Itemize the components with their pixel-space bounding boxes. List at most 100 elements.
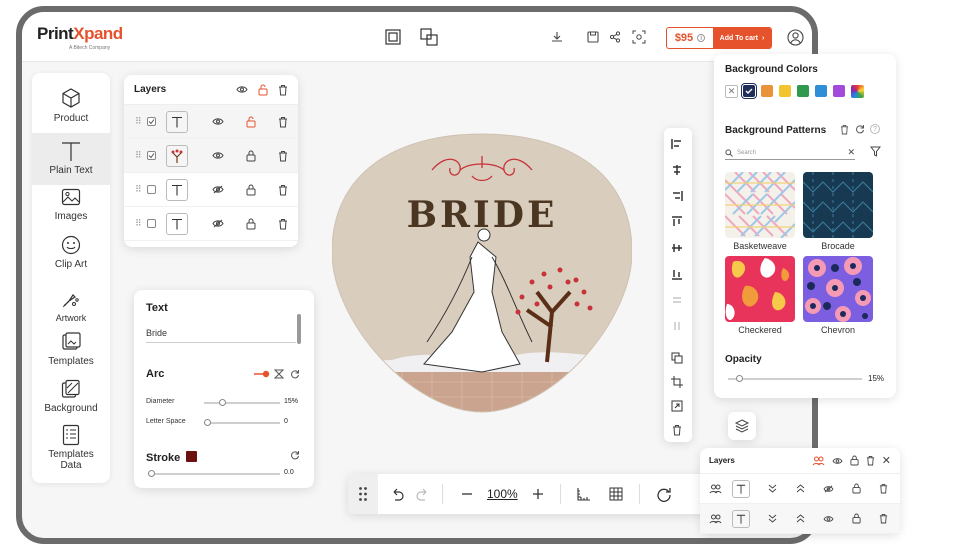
layer-row[interactable]: ⠿ (124, 207, 298, 241)
close-icon[interactable]: ✕ (882, 454, 891, 467)
user-icon[interactable] (786, 28, 804, 46)
stroke-slider[interactable] (148, 470, 280, 477)
distribute-v-icon[interactable] (664, 320, 690, 332)
lock-icon[interactable] (850, 455, 859, 466)
drag-handle-icon[interactable]: ⠿ (135, 150, 142, 161)
layer-row[interactable]: ⠿ (124, 173, 298, 207)
move-down-icon[interactable] (768, 484, 777, 493)
trash-icon[interactable] (840, 124, 849, 135)
layer-row[interactable]: ⠿ (124, 139, 298, 173)
slider-knob[interactable] (204, 419, 211, 426)
tool-product[interactable]: Product (32, 83, 110, 133)
pattern-brocade[interactable] (803, 172, 873, 238)
grid-icon[interactable] (609, 487, 623, 501)
trash-icon[interactable] (278, 150, 288, 162)
layer-row[interactable] (700, 504, 900, 534)
diameter-slider[interactable] (204, 399, 280, 406)
text-layer-thumbnail[interactable] (732, 509, 750, 528)
tool-artwork[interactable]: Artwork (32, 288, 110, 332)
reset-icon[interactable] (855, 124, 865, 134)
letter-space-slider[interactable] (204, 419, 280, 426)
pattern-checkered[interactable] (725, 256, 795, 322)
tool-templates-data[interactable]: Templates Data (32, 424, 110, 478)
drag-handle-icon[interactable] (348, 474, 378, 514)
crop-icon[interactable] (664, 376, 690, 388)
color-swatch[interactable] (815, 85, 827, 97)
custom-color-picker[interactable] (851, 85, 864, 98)
layer-checkbox[interactable] (146, 219, 156, 228)
slider-knob[interactable] (736, 375, 743, 382)
eye-off-icon[interactable] (212, 185, 224, 194)
trash-icon[interactable] (879, 513, 888, 524)
design-canvas[interactable]: BRIDE (332, 132, 632, 414)
align-left-icon[interactable] (664, 138, 690, 150)
users-icon[interactable] (709, 484, 722, 494)
lock-icon[interactable] (852, 513, 861, 524)
layers-toggle-button[interactable] (728, 412, 756, 440)
resize-icon[interactable] (664, 400, 690, 412)
text-layer-thumbnail[interactable] (165, 212, 188, 235)
align-right-icon[interactable] (664, 190, 690, 202)
eye-off-icon[interactable] (212, 219, 224, 228)
opacity-slider[interactable] (728, 375, 862, 382)
eye-off-icon[interactable] (823, 485, 834, 493)
ruler-icon[interactable] (577, 487, 591, 501)
lock-icon[interactable] (246, 184, 256, 196)
move-up-icon[interactable] (796, 514, 805, 523)
text-input[interactable]: Bride (146, 328, 296, 343)
slider-knob[interactable] (148, 470, 155, 477)
pattern-chevron[interactable] (803, 256, 873, 322)
eye-icon[interactable] (212, 151, 224, 160)
no-color-swatch[interactable]: ✕ (725, 85, 738, 98)
arc-toggle[interactable] (254, 370, 270, 378)
text-layer-thumbnail[interactable] (165, 110, 188, 133)
image-layer-thumbnail[interactable] (165, 144, 188, 167)
download-icon[interactable] (548, 28, 566, 46)
ungroup-icon[interactable] (420, 28, 438, 46)
brand-logo[interactable]: PrintXpand A Bitech Company (37, 24, 123, 51)
tool-plain-text[interactable]: Plain Text (32, 133, 110, 185)
layer-checkbox[interactable] (146, 185, 156, 194)
tool-background[interactable]: Background (32, 379, 110, 425)
share-icon[interactable] (606, 28, 624, 46)
zoom-out-icon[interactable] (461, 488, 473, 500)
save-icon[interactable] (584, 28, 602, 46)
lock-icon[interactable] (246, 218, 256, 230)
text-layer-thumbnail[interactable] (165, 178, 188, 201)
distribute-h-icon[interactable] (664, 294, 690, 306)
reset-icon[interactable] (290, 450, 300, 460)
duplicate-icon[interactable] (664, 352, 690, 364)
layer-checkbox[interactable] (146, 151, 156, 160)
info-icon[interactable]: i (697, 34, 706, 42)
unlock-icon[interactable] (258, 84, 268, 96)
users-icon[interactable] (709, 514, 722, 524)
slider-knob[interactable] (219, 399, 226, 406)
drag-handle-icon[interactable]: ⠿ (135, 218, 142, 229)
trash-icon[interactable] (278, 116, 288, 128)
eye-icon[interactable] (212, 117, 224, 126)
color-swatch[interactable] (833, 85, 845, 97)
trash-icon[interactable] (278, 184, 288, 196)
zoom-level[interactable]: 100% (487, 487, 518, 501)
eye-icon[interactable] (236, 85, 248, 94)
layer-row[interactable]: ⠿ (124, 105, 298, 139)
align-top-icon[interactable] (664, 216, 690, 228)
unlock-icon[interactable] (246, 116, 256, 128)
trash-icon[interactable] (278, 84, 288, 96)
help-icon[interactable]: ? (870, 124, 880, 134)
color-swatch[interactable] (743, 85, 755, 97)
pattern-basketweave[interactable] (725, 172, 795, 238)
preview-icon[interactable] (630, 28, 648, 46)
refresh-icon[interactable] (656, 486, 672, 502)
layer-row[interactable] (700, 474, 900, 504)
add-to-cart-button[interactable]: Add To cart › (713, 28, 771, 48)
trash-icon[interactable] (278, 218, 288, 230)
group-icon[interactable] (384, 28, 402, 46)
eye-icon[interactable] (823, 515, 834, 523)
align-center-h-icon[interactable] (664, 164, 690, 176)
scrollbar[interactable] (297, 314, 301, 344)
layer-checkbox[interactable] (146, 117, 156, 126)
move-down-icon[interactable] (768, 514, 777, 523)
align-center-v-icon[interactable] (664, 242, 690, 254)
stroke-color-swatch[interactable] (186, 451, 197, 462)
